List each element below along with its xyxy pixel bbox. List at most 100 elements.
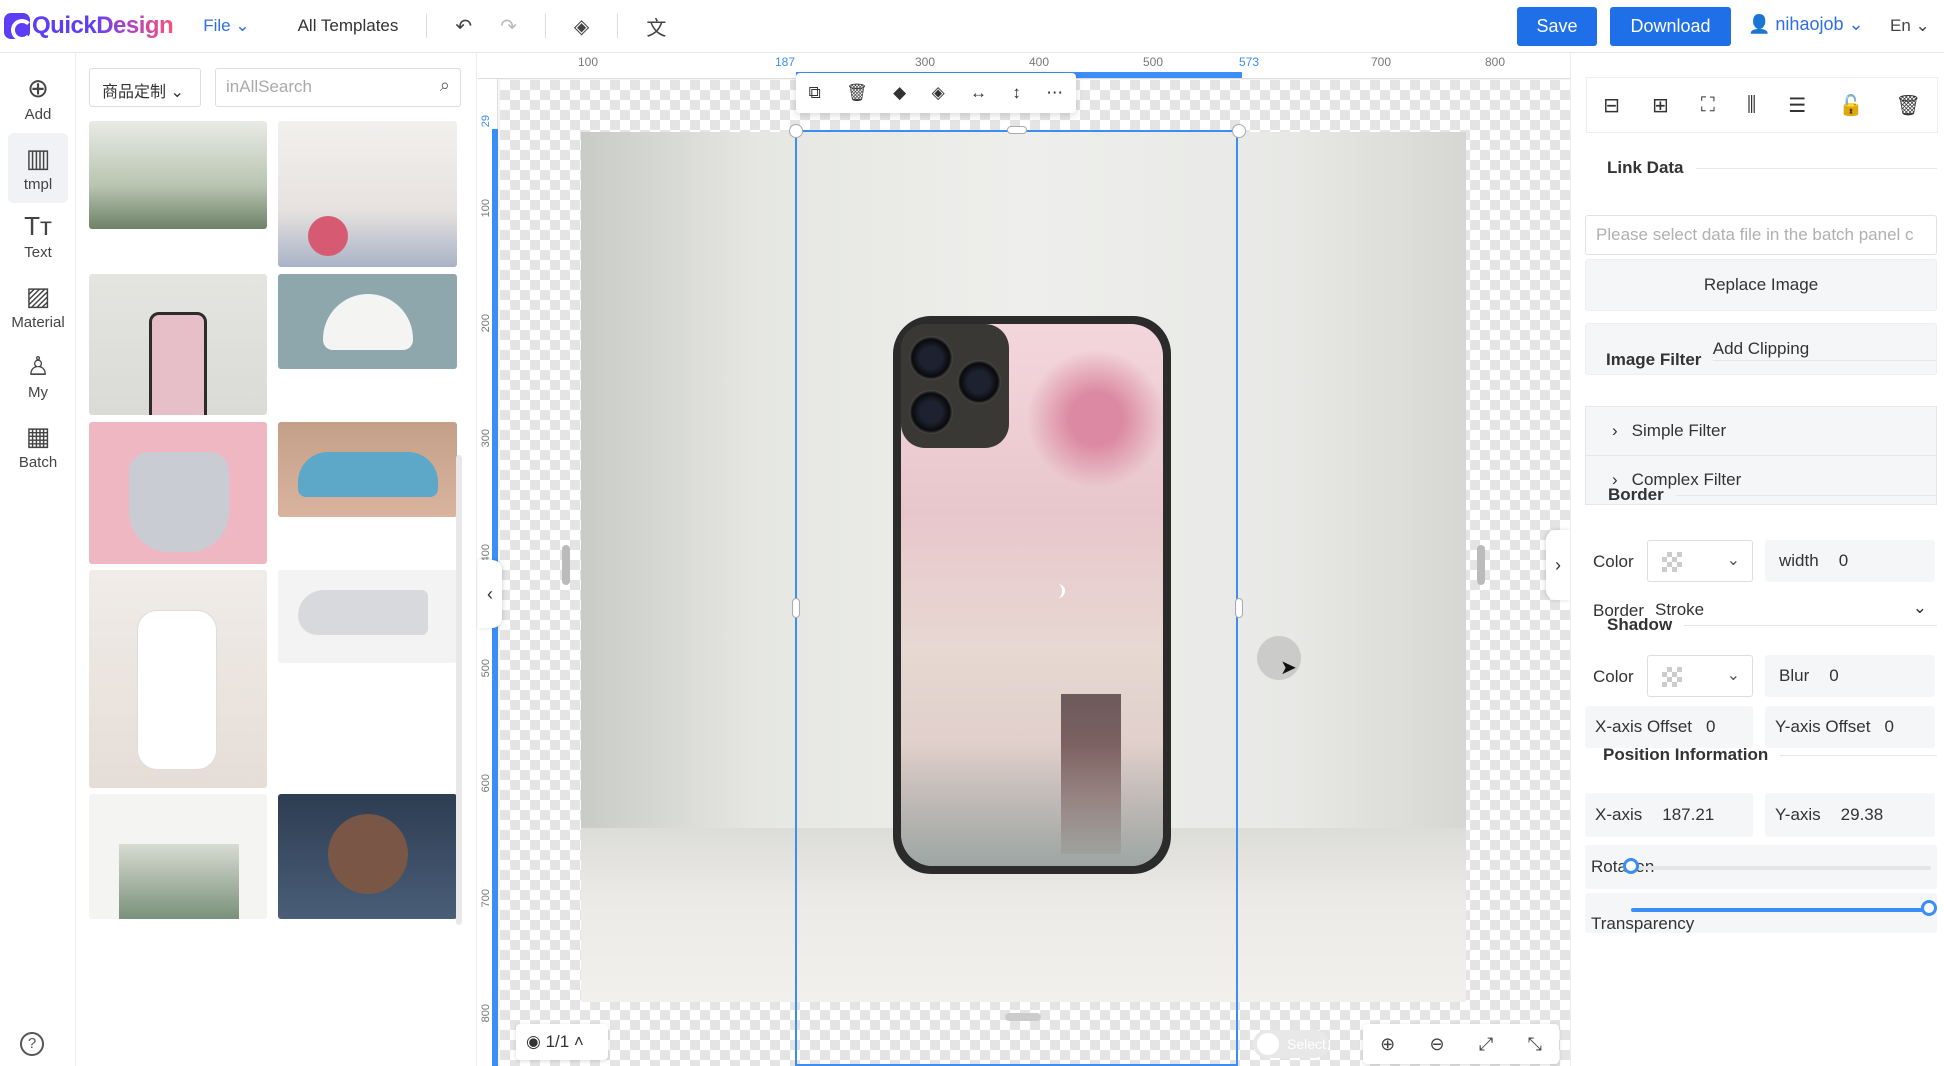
template-thumb-heels[interactable] [278, 570, 457, 663]
cap-shape [323, 294, 413, 350]
distribute-h-icon[interactable]: ⫼ [1747, 94, 1756, 117]
user-menu[interactable]: 👤 nihaojob ⌄ [1748, 14, 1864, 35]
ruler-label: 100 [480, 199, 492, 218]
template-thumb-phone[interactable] [89, 274, 267, 415]
position-title: Position Information [1603, 745, 1937, 765]
palette-icon: ◉ [526, 1032, 546, 1051]
template-thumb-apron[interactable] [278, 121, 457, 267]
translate-icon[interactable]: 文 [646, 12, 666, 41]
zoom-in-icon[interactable]: ⊕ [1380, 1034, 1395, 1055]
nav-material[interactable]: ▨ Material [0, 271, 76, 341]
save-button[interactable]: Save [1517, 7, 1597, 46]
shadow-x-offset-field[interactable]: X-axis Offset 0 [1585, 706, 1753, 748]
shadow-blur-field[interactable]: Blur 0 [1765, 655, 1935, 697]
resize-handle-right[interactable] [1235, 598, 1243, 618]
template-thumb-shoe[interactable] [278, 422, 457, 517]
layer-up-icon[interactable]: ◆ [893, 83, 906, 103]
nav-label: Batch [18, 453, 58, 471]
canvas-scroll-handle-right[interactable] [1477, 545, 1485, 585]
template-thumb-portrait[interactable] [278, 794, 457, 919]
rotation-slider-knob[interactable] [1623, 858, 1639, 874]
shadow-y-offset-field[interactable]: Y-axis Offset 0 [1765, 706, 1935, 748]
simple-filter-row[interactable]: › Simple Filter [1585, 406, 1937, 456]
nav-tmpl[interactable]: ▥ tmpl [8, 133, 68, 203]
resize-handle-top[interactable] [1007, 126, 1027, 134]
replace-image-button[interactable]: Replace Image [1585, 259, 1937, 311]
search-input[interactable]: inAllSearch ⌕ [215, 68, 461, 107]
page-indicator[interactable]: ◉ 1/1 ˄ [516, 1024, 608, 1060]
panel-scrollbar[interactable] [456, 455, 462, 925]
align-center-v-icon[interactable]: ⊞ [1652, 93, 1669, 118]
language-select[interactable]: En ⌄ [1890, 16, 1930, 36]
canvas-scroll-handle-left[interactable] [562, 545, 570, 585]
template-thumb-cap[interactable] [278, 274, 457, 369]
template-thumb-swimsuit[interactable] [89, 570, 267, 788]
collapse-right-panel-button[interactable]: › [1546, 530, 1570, 600]
redo-icon[interactable]: ↷ [500, 14, 517, 39]
select-toggle[interactable]: Select [1253, 1030, 1329, 1058]
bag-shape [129, 452, 229, 552]
exit-fullscreen-icon[interactable]: ⤡ [1527, 1034, 1541, 1055]
transparency-slider-knob[interactable] [1921, 900, 1937, 916]
border-color-picker[interactable]: ⌄ [1647, 540, 1753, 582]
shadow-color-picker[interactable]: ⌄ [1647, 655, 1753, 697]
all-templates-link[interactable]: All Templates [298, 16, 399, 36]
canvas-scroll-handle[interactable] [1005, 1013, 1041, 1021]
x-axis-field[interactable]: X-axis 187.21 [1585, 793, 1753, 837]
ruler-label: 400 [1029, 55, 1050, 69]
chevron-up-icon: ˄ [569, 1032, 584, 1051]
template-thumb-tote[interactable] [89, 794, 267, 919]
transparent-swatch [1662, 667, 1682, 687]
ruler-label: 500 [1143, 55, 1164, 69]
selection-box[interactable] [795, 130, 1238, 1066]
filter-label: Simple Filter [1631, 421, 1727, 440]
logo-text: Quick [32, 12, 97, 39]
align-center-h-icon[interactable]: ⊟ [1603, 93, 1620, 118]
trash-icon[interactable]: 🗑 [846, 83, 868, 103]
help-icon[interactable]: ? [20, 1032, 44, 1056]
delete-icon[interactable]: 🗑 [1895, 93, 1920, 118]
template-thumb-dress[interactable] [89, 121, 267, 229]
more-icon[interactable]: ⋯ [1046, 83, 1063, 103]
nav-batch[interactable]: ▦ Batch [0, 411, 76, 481]
template-thumb-bag[interactable] [89, 422, 267, 564]
collapse-left-panel-button[interactable]: ‹ [478, 560, 502, 628]
nav-add[interactable]: ⊕ Add [0, 63, 76, 133]
undo-icon[interactable]: ↶ [455, 14, 472, 39]
crop-icon[interactable]: ⛶ [1701, 94, 1715, 117]
nav-my[interactable]: ♙ My [0, 341, 76, 411]
search-icon[interactable]: ⌕ [440, 75, 450, 96]
resize-handle-tr[interactable] [1232, 124, 1246, 138]
distribute-v-icon[interactable]: ☰ [1788, 93, 1806, 118]
image-icon: ▨ [25, 280, 51, 311]
copy-icon[interactable]: ⧉ [809, 83, 821, 103]
nav-text[interactable]: Tт Text [0, 201, 76, 271]
category-select[interactable]: 商品定制 ⌄ [89, 68, 201, 107]
flower-shape [308, 216, 348, 256]
y-axis-field[interactable]: Y-axis 29.38 [1765, 793, 1935, 837]
divider [617, 14, 619, 38]
user-name: nihaojob ⌄ [1775, 14, 1864, 34]
fit-screen-icon[interactable]: ⤢ [1479, 1034, 1493, 1055]
layer-top-icon[interactable]: ◈ [932, 83, 945, 103]
ruler-label: 800 [480, 1004, 492, 1023]
field-label: Blur [1779, 666, 1810, 685]
zoom-out-icon[interactable]: ⊖ [1429, 1034, 1444, 1055]
border-width-field[interactable]: width 0 [1765, 540, 1935, 582]
flip-h-icon[interactable]: ↔ [970, 83, 987, 103]
resize-handle-tl[interactable] [789, 124, 803, 138]
resize-handle-left[interactable] [792, 598, 800, 618]
link-data-input[interactable]: Please select data file in the batch pan… [1585, 215, 1937, 255]
section-label: Shadow [1607, 615, 1673, 634]
file-menu[interactable]: File ⌄ [203, 16, 249, 36]
layers-icon[interactable]: ◈ [574, 14, 589, 39]
divider [544, 14, 546, 38]
transparency-slider[interactable] [1631, 908, 1931, 912]
shadow-color-label: Color [1593, 667, 1634, 686]
section-label: Border [1608, 485, 1664, 504]
lock-icon[interactable]: 🔓 [1838, 93, 1863, 118]
app-logo[interactable]: Quick Design [4, 12, 174, 41]
download-button[interactable]: Download [1610, 7, 1731, 46]
rotation-slider[interactable] [1631, 866, 1931, 870]
flip-v-icon[interactable]: ↕ [1012, 83, 1021, 103]
